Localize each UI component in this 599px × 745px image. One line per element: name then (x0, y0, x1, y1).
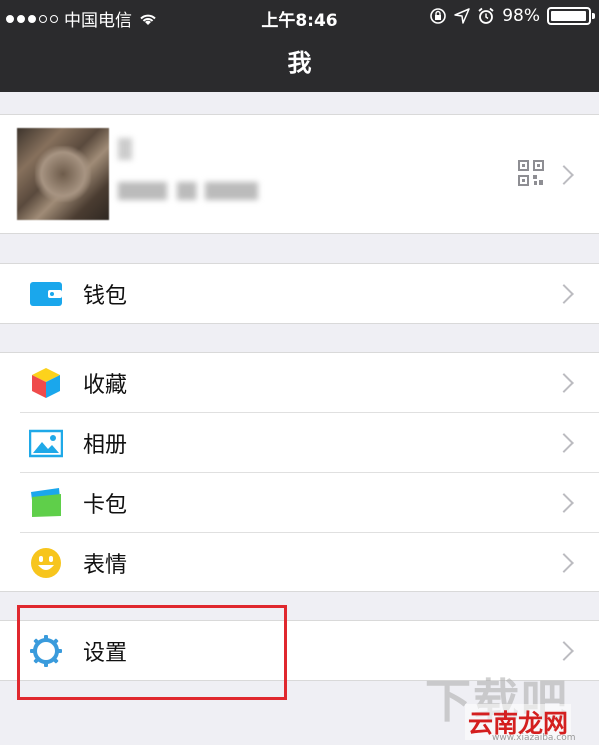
wallet-group: 钱包 (0, 263, 599, 324)
profile-id-blurred (118, 182, 258, 200)
avatar[interactable] (17, 128, 109, 220)
chevron-right-icon (554, 492, 574, 513)
card-wallet-icon (31, 487, 61, 517)
wallet-label: 钱包 (83, 283, 128, 309)
cube-icon (32, 367, 60, 398)
nav-bar: 我 (0, 34, 599, 92)
battery-fill (551, 11, 587, 21)
alarm-clock-icon (478, 7, 494, 24)
highlight-box (17, 605, 287, 700)
page-title: 我 (287, 49, 312, 77)
qr-code-icon[interactable] (518, 160, 544, 186)
wallet-icon (30, 281, 62, 306)
rotation-lock-icon (430, 8, 447, 24)
chevron-right-icon (554, 640, 574, 661)
battery-icon (547, 7, 595, 25)
features-group: 收藏 相册 卡包 表情 (0, 352, 599, 592)
stickers-label: 表情 (83, 552, 128, 578)
chevron-right-icon (554, 372, 574, 393)
menu-item-cards[interactable]: 卡包 (0, 473, 599, 532)
photo-album-icon (29, 429, 63, 457)
cards-label: 卡包 (83, 492, 128, 518)
menu-item-wallet[interactable]: 钱包 (0, 264, 599, 323)
menu-item-album[interactable]: 相册 (0, 413, 599, 472)
status-right: 98% (429, 6, 595, 26)
chevron-right-icon (554, 283, 574, 304)
chevron-right-icon (554, 432, 574, 453)
watermark-url: www.xiazaiba.com (492, 733, 576, 743)
smiley-icon (31, 547, 61, 578)
favorites-label: 收藏 (83, 372, 128, 398)
chevron-right-icon (554, 552, 574, 573)
album-label: 相册 (83, 432, 128, 458)
profile-chevron-icon (554, 165, 574, 185)
status-bar: 中国电信 上午8:46 98% (0, 0, 599, 34)
menu-item-favorites[interactable]: 收藏 (0, 353, 599, 412)
profile-name-blurred (118, 138, 132, 160)
location-arrow-icon (454, 8, 470, 24)
battery-percent: 98% (502, 6, 540, 26)
menu-item-stickers[interactable]: 表情 (0, 533, 599, 592)
